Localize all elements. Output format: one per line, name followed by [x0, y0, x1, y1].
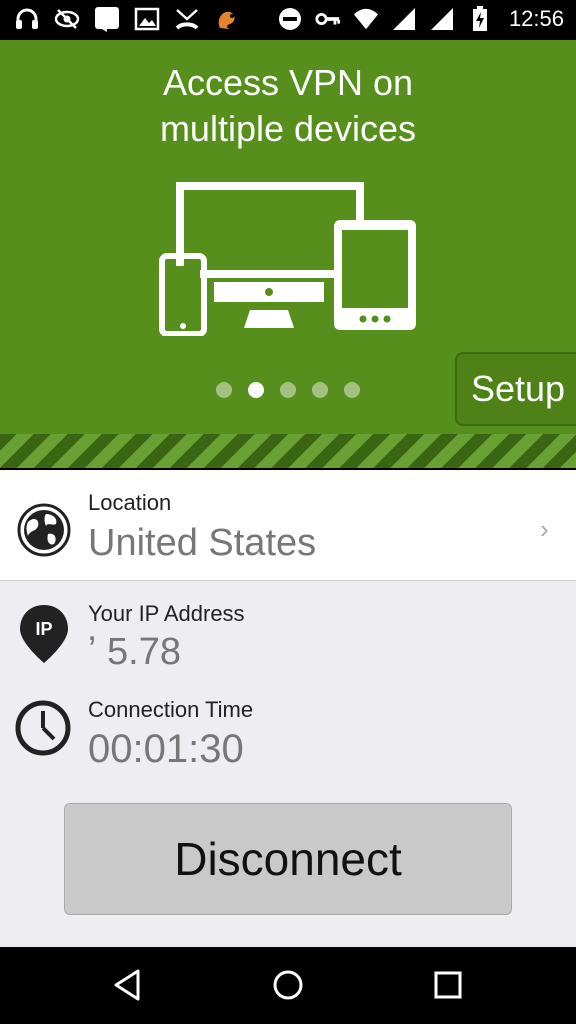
wifi-icon	[353, 6, 379, 32]
ip-address-label: Your IP Address	[88, 601, 245, 626]
ip-icon-text: IP	[35, 619, 52, 639]
recents-icon[interactable]	[428, 965, 468, 1005]
vpn-key-icon	[315, 6, 341, 32]
do-not-disturb-icon	[277, 6, 303, 32]
multiple-devices-icon	[159, 182, 416, 336]
clock-icon	[15, 700, 71, 756]
ip-address-value: ʼ 5.78	[88, 631, 181, 673]
missed-call-icon	[174, 6, 200, 32]
eye-off-icon	[54, 6, 80, 32]
promo-banner[interactable]: Access VPN on multiple devices Setup	[0, 40, 576, 434]
location-label: Location	[88, 490, 172, 515]
chevron-right-icon: ›	[540, 514, 549, 544]
page-dot[interactable]	[312, 382, 328, 398]
home-icon[interactable]	[268, 965, 308, 1005]
battery-charging-icon	[467, 6, 493, 32]
connection-time-label: Connection Time	[88, 697, 254, 722]
page-dot[interactable]	[344, 382, 360, 398]
location-selector[interactable]: Location United States ›	[0, 470, 576, 581]
setup-button[interactable]: Setup	[455, 352, 576, 426]
disconnect-button[interactable]: Disconnect	[64, 803, 512, 915]
connection-info-panel: IP Your IP Address ʼ 5.78 Connection Tim…	[0, 581, 576, 947]
promo-title-line2: multiple devices	[159, 108, 417, 149]
clock-time: 12:56	[508, 6, 564, 31]
cell-signal-2-icon	[429, 6, 455, 32]
page-dot-active[interactable]	[248, 382, 264, 398]
globe-icon	[17, 503, 71, 557]
promo-title-line1: Access VPN on	[162, 62, 414, 103]
striped-divider	[0, 434, 576, 468]
cell-signal-icon	[391, 6, 417, 32]
ip-pin-icon: IP	[20, 605, 68, 663]
system-nav-bar	[0, 947, 576, 1024]
page-dot[interactable]	[216, 382, 232, 398]
image-icon	[134, 6, 160, 32]
headphones-icon	[14, 6, 40, 32]
squirrel-app-icon	[214, 6, 240, 32]
status-bar: 12:56	[0, 0, 576, 40]
hj-app-icon	[94, 6, 120, 32]
promo-title: Access VPN on multiple devices	[0, 60, 576, 152]
page-dot[interactable]	[280, 382, 296, 398]
connection-time-value: 00:01:30	[88, 727, 244, 771]
back-icon[interactable]	[108, 965, 148, 1005]
location-value: United States	[88, 522, 317, 564]
